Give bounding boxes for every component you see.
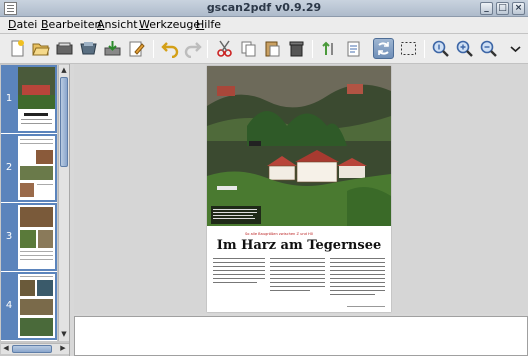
page-number: 4 (5, 300, 13, 311)
menu-datei[interactable]: Datei (8, 18, 37, 31)
cut-icon[interactable] (215, 39, 234, 58)
article-headline: Im Harz am Tegernsee (216, 238, 382, 253)
ocr-text-area[interactable] (74, 316, 528, 356)
open-icon[interactable] (31, 39, 50, 58)
page-image[interactable]: So alle Baugrößen zwischen Z und H0 Im H… (207, 66, 391, 312)
toolbar-separator (424, 40, 425, 58)
drag-icon[interactable] (373, 38, 394, 59)
thumbnail-list: 1 2 3 4 (1, 65, 57, 341)
page-number: 1 (5, 93, 13, 104)
thumbnail-vertical-scrollbar[interactable]: ▲ ▼ (58, 65, 69, 341)
edit-icon[interactable] (127, 39, 146, 58)
menu-bar: Datei Bearbeiten Ansicht Werkzeuge Hilfe (0, 17, 528, 34)
thumbnail-row[interactable]: 1 (1, 65, 57, 133)
thumbnail-row[interactable]: 2 (1, 134, 57, 202)
thumbnail-row[interactable]: 4 (1, 272, 57, 340)
redo-icon[interactable] (183, 39, 202, 58)
scan-icon[interactable] (55, 39, 74, 58)
page-photo (207, 66, 391, 307)
thumbnail-row[interactable]: 3 (1, 203, 57, 271)
page-number: 2 (5, 162, 13, 173)
minimize-button[interactable]: _ (480, 2, 493, 15)
page-thumbnail[interactable] (18, 205, 55, 269)
renumber-icon[interactable] (320, 39, 339, 58)
select-icon[interactable] (399, 39, 418, 58)
menu-bearbeiten[interactable]: Bearbeiten (41, 18, 101, 31)
new-icon[interactable] (8, 39, 27, 58)
delete-icon[interactable] (287, 39, 306, 58)
menu-ansicht[interactable]: Ansicht (97, 18, 138, 31)
email-icon[interactable] (103, 39, 122, 58)
toolbar-separator (207, 40, 208, 58)
page-thumbnail[interactable] (18, 274, 55, 338)
title-bar: gscan2pdf v0.9.29 _ □ × (0, 0, 528, 17)
thumbnail-pane: 1 2 3 4 ▲ ▼ ◀ ▶ (0, 64, 70, 356)
undo-icon[interactable] (161, 39, 180, 58)
menu-werkzeuge[interactable]: Werkzeuge (139, 18, 200, 31)
scroll-right-icon[interactable]: ▶ (58, 343, 68, 354)
save-icon[interactable] (79, 39, 98, 58)
copy-icon[interactable] (239, 39, 258, 58)
toolbar-separator (312, 40, 313, 58)
thumbnail-horizontal-scrollbar[interactable]: ◀ ▶ (1, 343, 69, 354)
toolbar-separator (153, 40, 154, 58)
scrollbar-thumb[interactable] (60, 77, 68, 167)
close-button[interactable]: × (512, 2, 525, 15)
scrollbar-thumb[interactable] (12, 345, 52, 353)
paste-icon[interactable] (263, 39, 282, 58)
page-viewer[interactable]: So alle Baugrößen zwischen Z und H0 Im H… (74, 64, 528, 314)
zoom-in-icon[interactable] (455, 39, 474, 58)
menu-hilfe[interactable]: Hilfe (196, 18, 221, 31)
article-kicker: So alle Baugrößen zwischen Z und H0 (245, 232, 314, 236)
scroll-up-icon[interactable]: ▲ (59, 65, 69, 76)
page-thumbnail[interactable] (18, 136, 55, 200)
zoom-100-icon[interactable] (431, 39, 450, 58)
toolbar (0, 34, 528, 64)
scroll-left-icon[interactable]: ◀ (1, 343, 11, 354)
properties-icon[interactable] (344, 39, 363, 58)
scroll-down-icon[interactable]: ▼ (59, 329, 69, 340)
window-title: gscan2pdf v0.9.29 (206, 1, 322, 14)
maximize-button[interactable]: □ (496, 2, 509, 15)
page-thumbnail[interactable] (18, 67, 55, 131)
zoom-out-icon[interactable] (479, 39, 498, 58)
more-icon[interactable] (506, 39, 525, 58)
page-number: 3 (5, 231, 13, 242)
